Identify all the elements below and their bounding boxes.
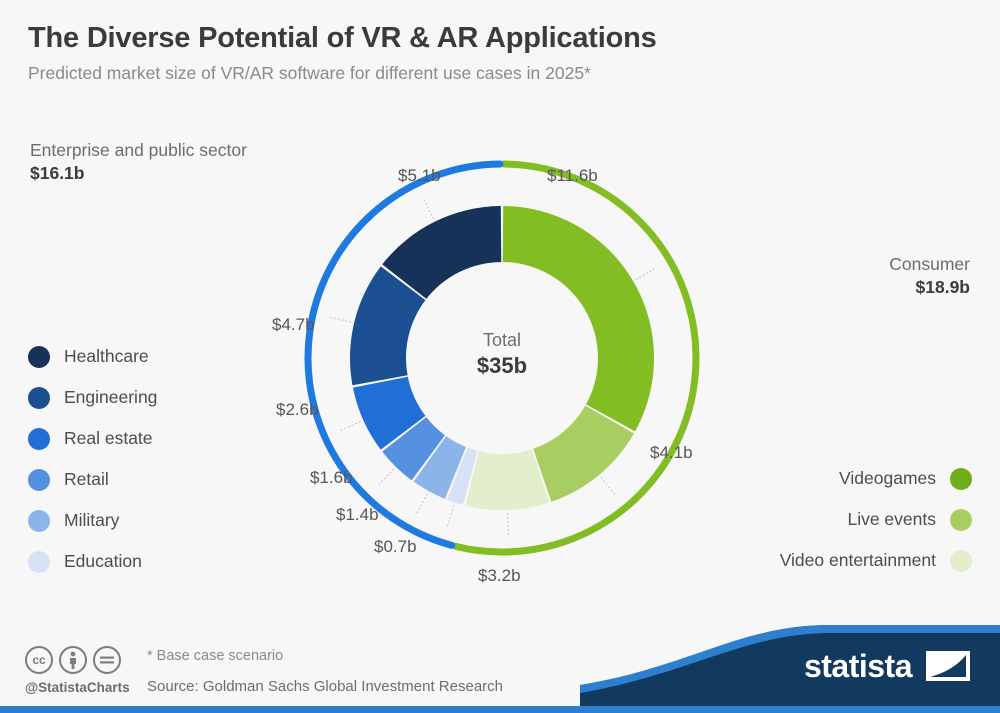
legend-item-live-events[interactable]: Live events (780, 499, 972, 540)
legend-item-label: Engineering (64, 387, 158, 407)
leader-line-education (446, 505, 455, 528)
legend-item-retail[interactable]: Retail (28, 459, 157, 500)
legend-item-label: Military (64, 510, 120, 530)
leader-line-military (415, 493, 428, 515)
source-line: Source: Goldman Sachs Global Investment … (147, 678, 504, 695)
group-consumer-value: $18.9b (915, 277, 970, 297)
statista-handle: @StatistaCharts (25, 680, 130, 695)
value-label-liveevents: $4.1b (650, 443, 693, 462)
brand-text: statista (803, 648, 913, 684)
value-label-military: $1.4b (336, 505, 379, 524)
page-subtitle: Predicted market size of VR/AR software … (28, 63, 591, 83)
group-label-consumer: Consumer $18.9b (889, 254, 970, 298)
cc-by-icon (59, 646, 87, 674)
legend-consumer: Videogames Live events Video entertainment (780, 458, 972, 581)
leader-line-healthcare (422, 198, 434, 220)
group-label-enterprise: Enterprise and public sector $16.1b (30, 140, 247, 184)
value-label-videoent: $3.2b (478, 566, 521, 585)
legend-swatch-icon (28, 509, 50, 532)
legend-swatch-icon (28, 427, 50, 450)
value-label-realestate: $2.6b (276, 400, 319, 419)
legend-item-education[interactable]: Education (28, 541, 157, 582)
legend-item-healthcare[interactable]: Healthcare (28, 336, 157, 377)
leader-line-engineering (328, 316, 352, 323)
page-title: The Diverse Potential of VR & AR Applica… (28, 22, 657, 54)
legend-item-label: Video entertainment (779, 550, 936, 570)
donut-center-value: $35b (476, 353, 528, 378)
value-label-engineering: $4.7b (272, 315, 315, 334)
infographic-canvas: The Diverse Potential of VR & AR Applica… (0, 0, 1000, 713)
legend-item-real-estate[interactable]: Real estate (28, 418, 157, 459)
value-label-education: $0.7b (374, 537, 417, 556)
legend-item-videogames[interactable]: Videogames (780, 458, 972, 499)
cc-cc-icon: cc (25, 646, 53, 674)
leader-line-liveevents (600, 477, 616, 496)
leader-line-realestate (339, 421, 361, 432)
legend-item-label: Videogames (839, 468, 936, 488)
legend-swatch-icon (950, 467, 972, 490)
legend-item-label: Live events (847, 509, 936, 529)
leader-line-retail (377, 468, 395, 486)
bottom-accent-bar (0, 706, 1000, 713)
value-label-videogames: $11.6b (547, 166, 598, 185)
creative-commons-icons: cc (25, 646, 121, 674)
footnote: * Base case scenario (147, 648, 284, 664)
legend-item-military[interactable]: Military (28, 500, 157, 541)
value-label-retail: $1.6b (310, 468, 353, 487)
legend-swatch-icon (950, 508, 972, 531)
statista-logo-mark (926, 651, 970, 681)
legend-item-video-entertainment[interactable]: Video entertainment (780, 540, 972, 581)
legend-swatch-icon (28, 345, 50, 368)
legend-item-engineering[interactable]: Engineering (28, 377, 157, 418)
legend-swatch-icon (950, 549, 972, 572)
leader-line-videoent (507, 512, 509, 536)
legend-item-label: Education (64, 551, 142, 571)
legend-swatch-icon (28, 550, 50, 573)
legend-swatch-icon (28, 386, 50, 409)
group-enterprise-name: Enterprise and public sector (30, 140, 247, 160)
value-label-healthcare: $5.1b (398, 166, 441, 185)
donut-slice-videogames[interactable] (502, 206, 654, 432)
statista-brand: statista (580, 615, 1000, 707)
donut-center-label: Total (482, 330, 522, 350)
legend-enterprise: Healthcare Engineering Real estate Retail Mi… (28, 336, 157, 582)
leader-line-videogames (635, 267, 656, 281)
group-enterprise-value: $16.1b (30, 163, 85, 183)
group-consumer-name: Consumer (889, 254, 970, 274)
legend-item-label: Real estate (64, 428, 153, 448)
legend-item-label: Retail (64, 469, 109, 489)
legend-swatch-icon (28, 468, 50, 491)
legend-item-label: Healthcare (64, 346, 149, 366)
cc-nd-icon (93, 646, 121, 674)
